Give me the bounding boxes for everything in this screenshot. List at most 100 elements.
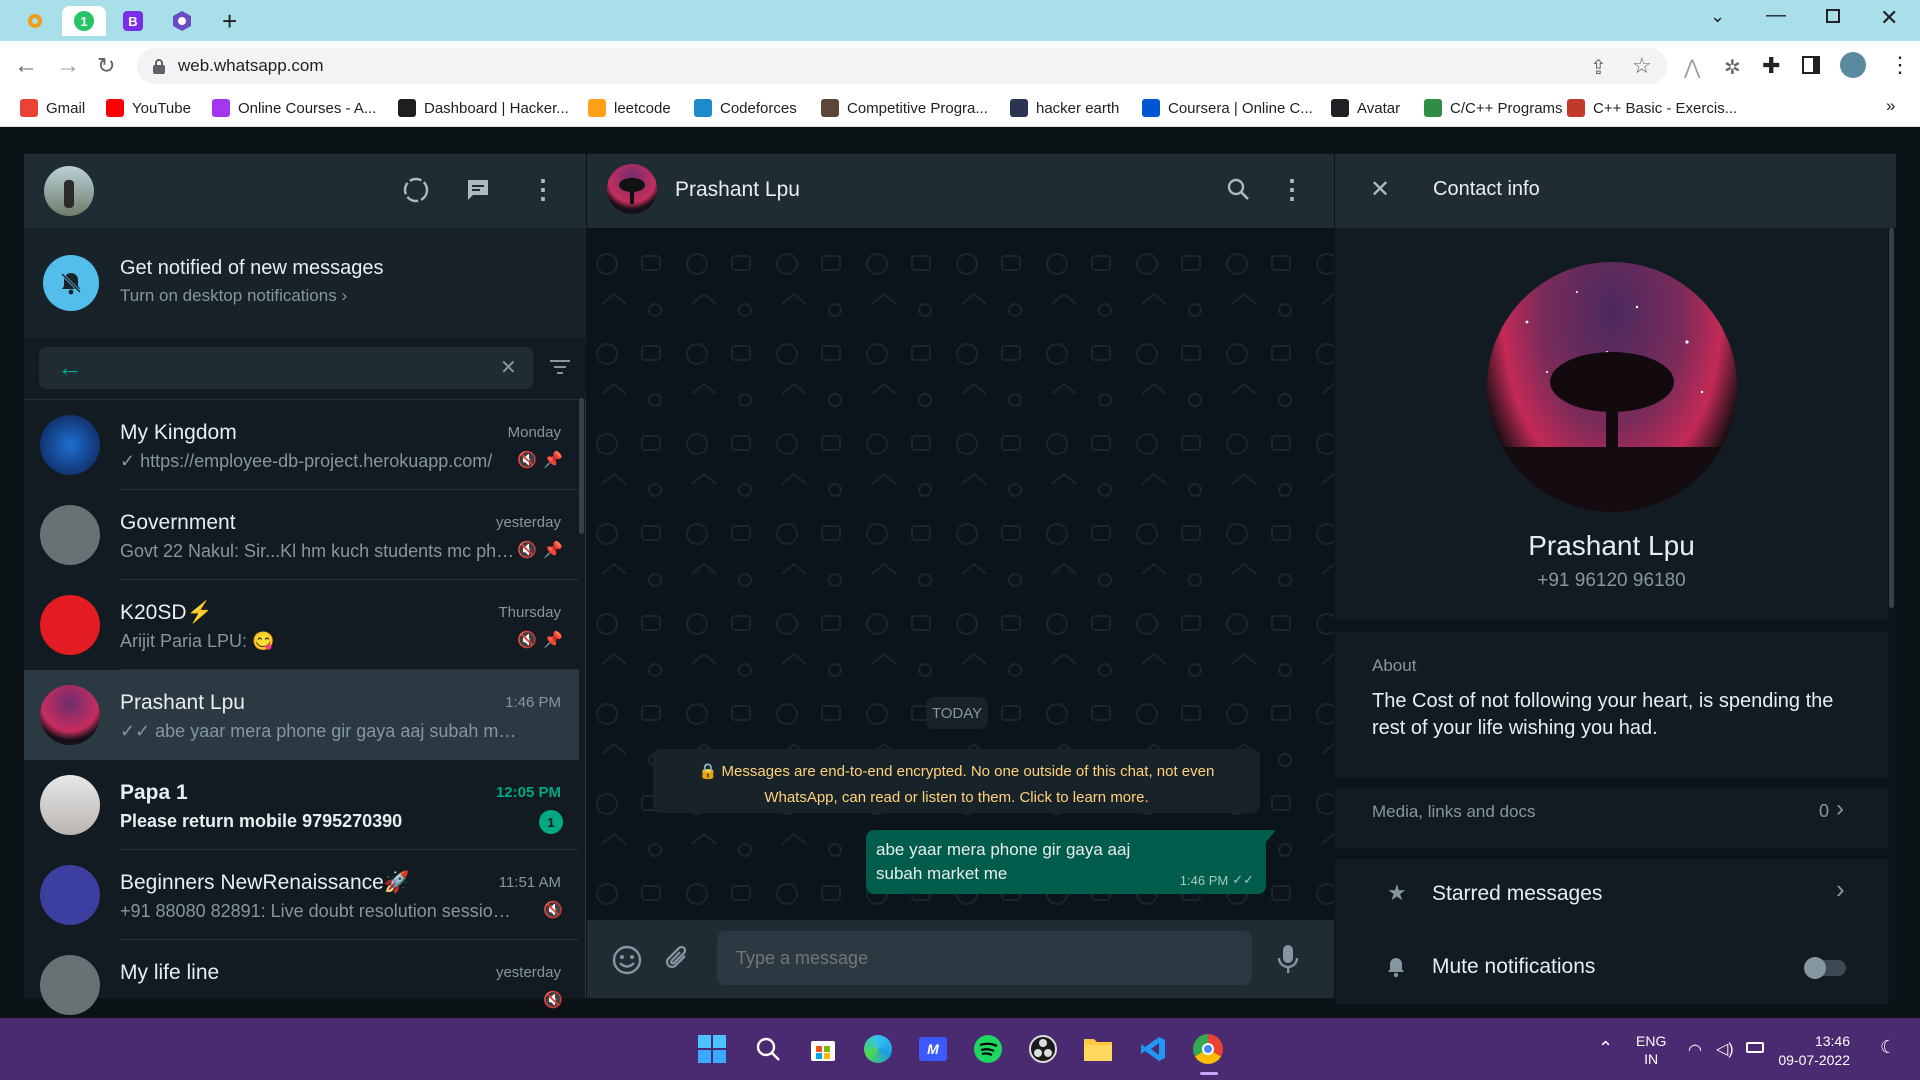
file-explorer-icon[interactable] (1080, 1031, 1116, 1067)
extension-bug-icon[interactable]: ✲ (1724, 55, 1741, 80)
chat-row[interactable]: Government yesterday Govt 22 Nakul: Sir...… (24, 490, 579, 580)
restore-button[interactable] (1826, 9, 1840, 23)
bookmark-12[interactable]: C++ Basic - Exercis... (1567, 96, 1737, 120)
mute-toggle[interactable] (1804, 957, 1846, 979)
microsoft-store-icon[interactable] (805, 1031, 841, 1067)
contact-avatar[interactable] (607, 164, 657, 214)
chat-avatar (40, 415, 100, 475)
chat-row[interactable]: K20SD⚡ Thursday Arijit Paria LPU: 😋 🔇 📌 (24, 580, 579, 670)
language-indicator[interactable]: ENG IN (1636, 1032, 1666, 1068)
url-text: web.whatsapp.com (178, 56, 324, 75)
about-label: About (1372, 656, 1417, 675)
extensions-puzzle-icon[interactable]: ✚ (1762, 53, 1780, 79)
browser-menu-icon[interactable]: ⋮ (1889, 52, 1911, 78)
lock-icon[interactable] (152, 58, 166, 74)
spotify-icon[interactable] (970, 1031, 1006, 1067)
bookmark-4[interactable]: Dashboard | Hacker... (398, 96, 569, 120)
notification-link[interactable]: Turn on desktop notifications › (120, 286, 347, 306)
notification-center-icon[interactable]: ☾ (1880, 1037, 1896, 1058)
vscode-icon[interactable] (1135, 1031, 1171, 1067)
profile-avatar[interactable] (1840, 52, 1866, 78)
mute-notifications-label: Mute notifications (1432, 955, 1596, 978)
volume-icon[interactable]: ◁) (1716, 1039, 1734, 1059)
contact-info-scrollbar[interactable] (1889, 228, 1894, 608)
chat-preview: Govt 22 Nakul: Sir...Kl hm kuch students… (120, 541, 520, 561)
orange-gear-icon (28, 14, 42, 28)
address-bar[interactable] (137, 48, 1667, 84)
search-field[interactable] (100, 352, 480, 384)
chat-status-icons: 🔇 📌 (517, 540, 563, 560)
chat-time: yesterday (495, 514, 561, 531)
search-back-arrow-icon[interactable]: ← (57, 352, 83, 383)
back-button[interactable]: ← (14, 52, 38, 80)
conversation-contact-name[interactable]: Prashant Lpu (675, 178, 800, 202)
extension-a-icon[interactable]: ⋀ (1684, 55, 1700, 80)
tray-chevron-icon[interactable]: ⌃ (1598, 1038, 1613, 1059)
windows-start-icon[interactable] (694, 1031, 730, 1067)
attach-icon[interactable] (664, 944, 692, 974)
sidebar-menu-icon[interactable]: ⋮ (530, 174, 556, 205)
bookmark-5[interactable]: leetcode (588, 96, 671, 120)
media-chevron-icon[interactable]: › (1836, 795, 1844, 823)
filter-icon[interactable] (549, 358, 571, 376)
bookmark-6[interactable]: Codeforces (694, 96, 797, 120)
contact-info-title: Contact info (1433, 178, 1540, 200)
browser-tab-2[interactable]: 1 (62, 6, 106, 36)
bookmark-1[interactable]: Gmail (20, 96, 85, 120)
chat-row[interactable]: Beginners NewRenaissance🚀 11:51 AM +91 880… (24, 850, 579, 940)
chat-row[interactable]: My life line yesterday 🔇 (24, 940, 579, 1030)
side-panel-icon[interactable] (1802, 56, 1820, 74)
message-input[interactable] (736, 942, 1236, 974)
chat-row[interactable]: Papa 1 12:05 PM Please return mobile 97952… (24, 760, 579, 850)
status-icon[interactable] (402, 176, 430, 204)
share-icon[interactable]: ⇪ (1590, 55, 1607, 80)
more-bookmarks-icon[interactable]: » (1886, 96, 1895, 116)
forward-button[interactable]: → (56, 52, 80, 80)
bookmark-label: YouTube (132, 99, 191, 117)
chrome-icon[interactable] (1190, 1031, 1226, 1067)
bookmark-8[interactable]: hacker earth (1010, 96, 1119, 120)
chat-list-scrollbar[interactable] (579, 398, 584, 534)
browser-tab-3[interactable]: B (111, 6, 155, 36)
chat-preview: +91 88080 82891: Live doubt resolution s… (120, 901, 520, 921)
clear-search-icon[interactable]: ✕ (500, 355, 517, 380)
minimize-button[interactable]: — (1766, 4, 1786, 27)
new-tab-button[interactable]: + (222, 8, 237, 34)
notification-banner[interactable] (24, 228, 586, 338)
purple-hexagon-icon (173, 11, 191, 31)
editor-app-icon[interactable]: M (915, 1031, 951, 1067)
close-contact-info-icon[interactable]: ✕ (1370, 175, 1390, 204)
bookmark-2[interactable]: YouTube (106, 96, 191, 120)
bookmark-10[interactable]: Avatar (1331, 96, 1400, 120)
search-icon[interactable] (1226, 177, 1250, 201)
close-window-button[interactable]: ✕ (1880, 5, 1898, 31)
green-badge-icon: 1 (74, 11, 94, 31)
microphone-icon[interactable] (1277, 943, 1299, 975)
chat-row[interactable]: My Kingdom Monday ✓ https://employee-db-pr… (24, 400, 579, 490)
conversation-menu-icon[interactable]: ⋮ (1279, 174, 1305, 205)
browser-tab-4[interactable] (160, 6, 204, 36)
tab-search-chevron-icon[interactable]: ⌄ (1710, 6, 1725, 27)
browser-tab-1[interactable] (13, 6, 57, 36)
obs-icon[interactable] (1025, 1031, 1061, 1067)
chat-row[interactable]: Prashant Lpu 1:46 PM ✓✓ abe yaar mera phon… (24, 670, 579, 760)
bookmark-7[interactable]: Competitive Progra... (821, 96, 988, 120)
new-chat-icon[interactable] (465, 177, 491, 203)
chat-name: My life line (120, 961, 220, 984)
emoji-icon[interactable] (611, 944, 643, 976)
edge-icon[interactable] (860, 1031, 896, 1067)
bookmark-9[interactable]: Coursera | Online C... (1142, 96, 1313, 120)
starred-chevron-icon[interactable]: › (1836, 874, 1845, 905)
encryption-notice[interactable]: 🔒 Messages are end-to-end encrypted. No … (653, 749, 1260, 813)
clock[interactable]: 13:46 09-07-2022 (1778, 1032, 1850, 1070)
reload-button[interactable]: ↻ (97, 53, 115, 79)
wifi-icon[interactable]: ◠ (1688, 1040, 1702, 1060)
bookmark-star-icon[interactable]: ☆ (1632, 53, 1652, 79)
my-profile-avatar[interactable] (44, 166, 94, 216)
outgoing-message-bubble[interactable]: abe yaar mera phone gir gaya aaj subah m… (866, 830, 1266, 894)
bookmark-11[interactable]: C/C++ Programs -... (1424, 96, 1584, 120)
starred-messages-label[interactable]: Starred messages (1432, 882, 1602, 906)
bookmark-3[interactable]: Online Courses - A... (212, 96, 376, 120)
contact-large-avatar[interactable] (1487, 262, 1737, 512)
taskbar-search-icon[interactable] (750, 1031, 786, 1067)
